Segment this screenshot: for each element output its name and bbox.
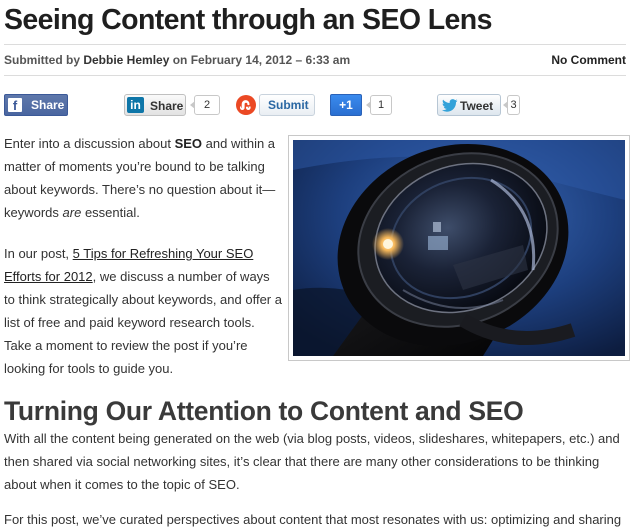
author-link[interactable]: Debbie Hemley (83, 53, 169, 67)
seo-emphasis: SEO (174, 136, 203, 151)
body-paragraph-4: For this post, we’ve curated perspective… (4, 512, 622, 527)
tweet-button[interactable]: Tweet (437, 94, 501, 116)
article-photo (288, 135, 630, 361)
linkedin-share-label: Share (150, 99, 184, 113)
facebook-share-label: Share (31, 98, 65, 112)
google-plus-label: +1 (339, 98, 353, 112)
section-heading: Turning Our Attention to Content and SEO (4, 396, 524, 426)
google-plus-button[interactable]: +1 (330, 94, 362, 116)
are-emphasis: are (62, 205, 82, 220)
intro-paragraph-1: Enter into a discussion about SEO and wi… (4, 136, 276, 220)
stumbleupon-submit-label: Submit (268, 98, 309, 112)
tweet-count: 3 (503, 95, 520, 115)
facebook-icon: f (8, 98, 22, 113)
tweet-label: Tweet (460, 99, 494, 113)
byline: Submitted by Debbie Hemley on February 1… (4, 45, 350, 75)
twitter-bird-icon (442, 99, 458, 112)
intro-paragraph-2: In our post, 5 Tips for Refreshing Your … (4, 246, 282, 376)
linkedin-share-button[interactable]: in Share (124, 94, 186, 116)
stumbleupon-submit-button[interactable]: Submit (259, 94, 315, 116)
comments-link[interactable]: No Comment (551, 45, 626, 75)
facebook-share-button[interactable]: f Share (4, 94, 68, 116)
google-plus-count: 1 (366, 95, 392, 115)
body-paragraph-3: With all the content being generated on … (4, 431, 620, 492)
camera-lens-photo (293, 140, 625, 356)
share-bar: f Share in Share 2 Submit +1 1 Tweet 3 (0, 94, 634, 120)
article-meta: Submitted by Debbie Hemley on February 1… (4, 44, 626, 76)
stumbleupon-icon[interactable] (236, 95, 256, 115)
linkedin-share-count: 2 (190, 95, 220, 115)
linkedin-icon: in (127, 97, 144, 113)
article-title: Seeing Content through an SEO Lens (4, 4, 492, 36)
post-date: on February 14, 2012 – 6:33 am (169, 53, 351, 67)
submitted-prefix: Submitted by (4, 53, 84, 67)
